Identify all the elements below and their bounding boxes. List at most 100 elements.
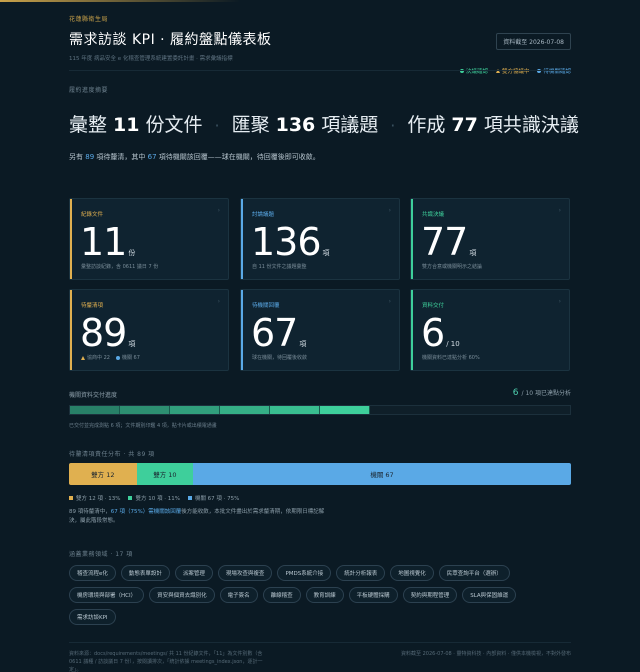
note-text: 協商中 22	[87, 355, 110, 361]
footer-source: 資料來源：docs/requirements/meetings/ 共 11 份紀…	[69, 651, 263, 672]
card-number: 136	[251, 220, 322, 264]
domain-tag[interactable]: 需求訪談KPI	[69, 609, 116, 625]
stack-segment: 雙方 12	[69, 463, 137, 485]
delivery-note: 已交付並完成測點 6 項；文件期別印鑑 4 項，點卡片或出積電通畫	[69, 423, 217, 429]
kpi-card-pending[interactable]: 待釐清項 › 89 項 協商中 22 機關 67	[69, 289, 229, 371]
card-accent	[241, 199, 243, 279]
domain-tag[interactable]: 離線稽查	[262, 587, 301, 603]
card-label: 待機關回覆	[252, 303, 280, 309]
legend-item: 機關 67 項 · 75%	[187, 494, 240, 502]
card-value: 11 份	[80, 223, 135, 261]
card-value: 89 項	[80, 314, 135, 352]
card-value: 6/ 10	[421, 314, 460, 352]
domain-tag[interactable]: 派案管理	[174, 565, 213, 581]
domain-tag[interactable]: 地圖視覺化	[390, 565, 434, 581]
card-number: 77	[421, 220, 468, 264]
headline-text: 項議題	[321, 114, 379, 136]
footer-divider	[69, 642, 571, 643]
delivery-done: 6	[512, 388, 519, 398]
card-label: 待釐清項	[81, 303, 104, 309]
progress-segment-empty	[420, 406, 470, 414]
domain-tag[interactable]: 現場攻查與複查	[217, 565, 273, 581]
domain-tag[interactable]: 機房環境與部署（HCI）	[69, 587, 145, 603]
kpi-card-resolutions[interactable]: 共識決議 › 77 項 雙方合意或機關明示之結論	[410, 198, 570, 280]
card-unit: 項	[322, 249, 330, 257]
amber-square-icon	[69, 496, 73, 500]
domain-tag[interactable]: 統計分析報表	[336, 565, 386, 581]
note-agency: 機關 67	[115, 354, 140, 361]
progress-segment-empty	[370, 406, 420, 414]
headline-text: 匯聚	[231, 114, 270, 136]
headline-text: 作成	[407, 114, 446, 136]
card-note: 協商中 22 機關 67	[81, 354, 140, 361]
domain-tag[interactable]: 資安與個資去識別化	[149, 587, 215, 603]
delivery-progress-bar	[69, 405, 571, 415]
delivery-count: 6/ 10 項已達點分析	[513, 388, 571, 398]
card-number: 6	[421, 311, 445, 355]
headline-number: 136	[275, 114, 316, 136]
accent-line	[0, 0, 240, 2]
headline: 彙整 11 份文件 · 匯聚 136 項議題 · 作成 77 項共識決議	[69, 110, 579, 137]
blue-square-icon	[187, 496, 192, 500]
lede-text: 另有 89 項待釐清，其中 67 項待機關該回覆——球在機關，待回覆後即可收斂。	[69, 152, 320, 162]
card-accent	[70, 290, 72, 370]
progress-segment-done	[320, 406, 370, 414]
legend-label: 雙方 10 項 · 11%	[135, 496, 180, 502]
domain-tag[interactable]: 民眾查詢平台（選辦）	[438, 565, 510, 581]
chevron-right-icon: ›	[558, 298, 561, 305]
legend-label: 決議確認	[465, 69, 488, 75]
progress-segment-done	[170, 406, 220, 414]
kpi-card-documents[interactable]: 紀錄文件 › 11 份 彙整訪談紀錄，含 0611 議日 7 份	[69, 198, 229, 280]
domain-tag-list: 稽查流程e化 動態表單設計 派案管理 現場攻查與複查 PMDS系統介接 統計分析報表 地圖視…	[69, 565, 529, 625]
domain-tag[interactable]: 動態表單設計	[120, 565, 170, 581]
date-badge: 資料截至 2026-07-08	[496, 33, 571, 50]
legend-item-negotiating: 雙方協議中	[495, 67, 529, 75]
headline-text: 彙整	[69, 114, 108, 136]
progress-segment-done	[220, 406, 270, 414]
blue-dot-icon	[115, 355, 120, 360]
domain-tag[interactable]: 稽查流程e化	[69, 565, 116, 581]
domain-tag[interactable]: SLA與保固維運	[462, 587, 517, 603]
card-unit: 項	[469, 249, 477, 257]
kpi-card-topics[interactable]: 討論議題 › 136 項 自 11 份文件之議題彙整	[240, 198, 400, 280]
card-label: 資料交付	[422, 303, 445, 309]
domain-tag[interactable]: 電子簽名	[219, 587, 258, 603]
card-note: 自 11 份文件之議題彙整	[252, 264, 307, 270]
domain-tag[interactable]: 契約與期程管理	[402, 587, 458, 603]
pending-stacked-bar: 雙方 12 雙方 10 機關 67	[69, 463, 571, 485]
card-number: 11	[80, 220, 127, 264]
progress-segment-empty	[520, 406, 570, 414]
legend-label: 待機關確認	[543, 69, 571, 75]
legend-item-pending: 待機關確認	[537, 67, 571, 75]
summary-label: 履約進度摘要	[69, 87, 109, 94]
note-highlight: 67 項（75%）需機關該回覆	[110, 509, 182, 515]
lede-part: 項待釐清，其中	[96, 153, 146, 161]
kpi-card-awaiting-agency[interactable]: 待機關回覆 › 67 項 球在機關，待回覆後收斂	[240, 289, 400, 371]
delivery-total: / 10 項已達點分析	[521, 390, 571, 397]
legend-item: 雙方 10 項 · 11%	[128, 494, 180, 502]
card-value: 67 項	[251, 314, 306, 352]
chevron-right-icon: ›	[388, 298, 391, 305]
org-name: 花蓮縣衛生局	[69, 16, 109, 23]
headline-text: 份文件	[145, 114, 203, 136]
chevron-right-icon: ›	[217, 207, 220, 214]
card-note: 彙整訪談紀錄，含 0611 議日 7 份	[81, 264, 159, 270]
chevron-right-icon: ›	[217, 298, 220, 305]
card-unit: 項	[128, 340, 136, 348]
header-divider	[69, 70, 571, 71]
lede-part: 另有	[69, 153, 83, 161]
progress-segment-empty	[470, 406, 520, 414]
legend-label: 雙方 12 項 · 13%	[76, 496, 121, 502]
headline-separator: ·	[214, 116, 220, 135]
lede-number: 67	[147, 153, 157, 161]
domain-tag[interactable]: 平板硬體採購	[348, 587, 398, 603]
domain-tag[interactable]: PMDS系統介接	[277, 565, 332, 581]
card-note: 機關資料已達點分析 60%	[422, 355, 480, 361]
kpi-card-data-delivery[interactable]: 資料交付 › 6/ 10 機關資料已達點分析 60%	[410, 289, 570, 371]
domains-title: 涵蓋業務領域 · 17 項	[69, 551, 133, 558]
card-value: 136 項	[251, 223, 330, 261]
legend-label: 機關 67 項 · 75%	[194, 496, 240, 502]
stack-segment: 雙方 10	[136, 463, 194, 485]
progress-segment-done	[270, 406, 320, 414]
domain-tag[interactable]: 教育訓練	[305, 587, 344, 603]
